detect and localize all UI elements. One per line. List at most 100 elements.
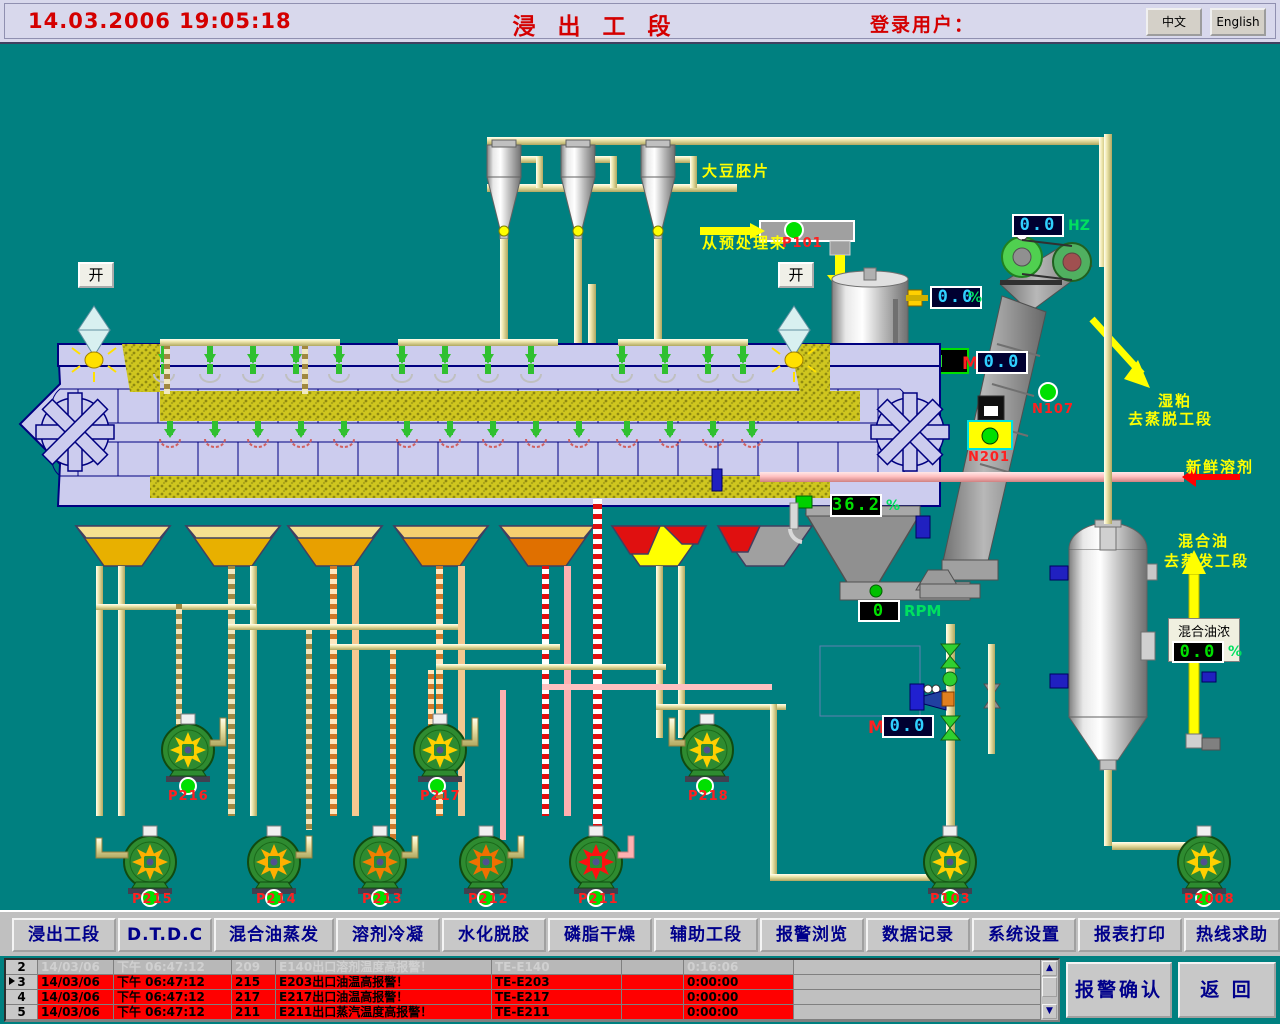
desolventizer-label-line1: 湿粕 bbox=[1158, 392, 1192, 411]
alarm-tag: TE-E203 bbox=[492, 975, 622, 989]
pump-tag-right-2: P2008 bbox=[1184, 892, 1235, 907]
mixed-oil-concentration-unit: % bbox=[1228, 644, 1242, 660]
desolventizer-label-line2: 去蒸脱工段 bbox=[1128, 410, 1213, 429]
feed-label-line1: 大豆胚片 bbox=[702, 162, 770, 181]
alarm-filler bbox=[794, 1005, 1042, 1019]
alarm-rows: 214/03/06下午 06:47:12209E140出口溶剂温度高报警！TE-… bbox=[6, 960, 1042, 1020]
conveyor-n107-tag: N107 bbox=[1032, 402, 1074, 417]
pump-tag-lower-4: P212 bbox=[468, 892, 509, 907]
mixed-oil-concentration-value: 0.0 bbox=[1172, 641, 1224, 663]
language-english-button[interactable]: English bbox=[1210, 8, 1266, 36]
pump-tag-upper-1: P216 bbox=[168, 789, 209, 804]
pump-tag-upper-3: P218 bbox=[688, 789, 729, 804]
nav-button-11[interactable]: 报表打印 bbox=[1078, 918, 1182, 952]
alarm-row[interactable]: 514/03/06下午 06:47:12211E211出口蒸汽温度高报警！TE-… bbox=[6, 1005, 1042, 1020]
alarm-message: E217出口油温高报警！ bbox=[276, 990, 492, 1004]
alarm-message: E203出口油温高报警！ bbox=[276, 975, 492, 989]
alarm-date: 14/03/06 bbox=[38, 990, 114, 1004]
alarm-scrollbar[interactable]: ▲ ▼ bbox=[1040, 960, 1058, 1020]
process-graphics bbox=[0, 44, 1280, 910]
indicator-n201-tag: N201 bbox=[968, 450, 1010, 465]
alarm-blank bbox=[622, 960, 684, 974]
pump-tag-lower-1: P215 bbox=[132, 892, 173, 907]
alarm-row[interactable]: 414/03/06下午 06:47:12217E217出口油温高报警！TE-E2… bbox=[6, 990, 1042, 1005]
scroll-up-button[interactable]: ▲ bbox=[1042, 961, 1057, 976]
nav-button-7[interactable]: 辅助工段 bbox=[654, 918, 758, 952]
pump-tag-lower-3: P213 bbox=[362, 892, 403, 907]
vfd-frequency-value: 0.0 bbox=[1012, 214, 1064, 237]
pump-tag-lower-5: P211 bbox=[578, 892, 619, 907]
pump-tag-right-1: P103 bbox=[930, 892, 971, 907]
vfd-frequency-unit: HZ bbox=[1068, 218, 1090, 234]
alarm-index: 5 bbox=[6, 1005, 38, 1019]
scroll-thumb[interactable] bbox=[1042, 977, 1057, 997]
alarm-number: 209 bbox=[232, 960, 276, 974]
alarm-row[interactable]: 214/03/06下午 06:47:12209E140出口溶剂温度高报警！TE-… bbox=[6, 960, 1042, 975]
back-button[interactable]: 返 回 bbox=[1178, 962, 1276, 1018]
alarm-date: 14/03/06 bbox=[38, 960, 114, 974]
alarm-duration: 0:00:00 bbox=[684, 990, 794, 1004]
feed-label-line2: 从预处理来 bbox=[702, 234, 787, 253]
alarm-date: 14/03/06 bbox=[38, 1005, 114, 1019]
alarm-index: 4 bbox=[6, 990, 38, 1004]
page-title: 浸 出 工 段 bbox=[470, 7, 720, 41]
alarm-message: E211出口蒸汽温度高报警！ bbox=[276, 1005, 492, 1019]
nav-button-2[interactable]: D.T.D.C bbox=[118, 918, 212, 952]
fresh-solvent-label: 新鲜溶剂 bbox=[1186, 458, 1254, 477]
alarm-number: 215 bbox=[232, 975, 276, 989]
feeder-flow-value: 0.0 bbox=[976, 351, 1028, 374]
nav-button-1[interactable]: 浸出工段 bbox=[12, 918, 116, 952]
pump-tag-lower-2: P214 bbox=[256, 892, 297, 907]
navigation-bar: 浸出工段D.T.D.C混合油蒸发溶剂冷凝水化脱胶磷脂干燥辅助工段报警浏览数据记录… bbox=[0, 910, 1280, 956]
pump-tag-upper-2: P217 bbox=[420, 789, 461, 804]
alarm-blank bbox=[622, 990, 684, 1004]
alarm-tag: TE-E217 bbox=[492, 990, 622, 1004]
feed-conveyor-tag: P101 bbox=[782, 236, 823, 251]
alarm-duration: 0:00:00 bbox=[684, 975, 794, 989]
alarm-tag: TE-E140 bbox=[492, 960, 622, 974]
alarm-filler bbox=[794, 990, 1042, 1004]
alarm-filler bbox=[794, 975, 1042, 989]
language-chinese-button[interactable]: 中文 bbox=[1146, 8, 1202, 36]
alarm-date: 14/03/06 bbox=[38, 975, 114, 989]
scroll-down-button[interactable]: ▼ bbox=[1042, 1004, 1057, 1019]
evaporation-label-line1: 混合油 bbox=[1178, 532, 1229, 551]
alarm-filler bbox=[794, 960, 1042, 974]
extractor-level-unit: % bbox=[886, 498, 900, 514]
surge-tank-level-unit: % bbox=[968, 290, 982, 306]
alarm-blank bbox=[622, 975, 684, 989]
alarm-time: 下午 06:47:12 bbox=[114, 990, 232, 1004]
alarm-time: 下午 06:47:12 bbox=[114, 975, 232, 989]
nav-button-3[interactable]: 混合油蒸发 bbox=[214, 918, 334, 952]
alarm-tag: TE-E211 bbox=[492, 1005, 622, 1019]
alarm-number: 217 bbox=[232, 990, 276, 1004]
nav-button-10[interactable]: 系统设置 bbox=[972, 918, 1076, 952]
nav-button-4[interactable]: 溶剂冷凝 bbox=[336, 918, 440, 952]
title-bar: 14.03.2006 19:05:18 浸 出 工 段 登录用户： 中文 Eng… bbox=[0, 0, 1280, 44]
datetime-display: 14.03.2006 19:05:18 bbox=[28, 9, 292, 33]
row-selection-marker-icon bbox=[9, 977, 15, 985]
login-user-label: 登录用户： bbox=[870, 10, 975, 37]
alarm-duration: 0:16:06 bbox=[684, 960, 794, 974]
evaporation-label-line2: 去蒸发工段 bbox=[1164, 552, 1249, 571]
alarm-row[interactable]: 314/03/06下午 06:47:12215E203出口油温高报警！TE-E2… bbox=[6, 975, 1042, 990]
open-button-right[interactable]: 开 bbox=[778, 262, 814, 288]
open-button-left[interactable]: 开 bbox=[78, 262, 114, 288]
alarm-message: E140出口溶剂温度高报警！ bbox=[276, 960, 492, 974]
hmi-screen: 14.03.2006 19:05:18 浸 出 工 段 登录用户： 中文 Eng… bbox=[0, 0, 1280, 1024]
control-valve-position-value: 0.0 bbox=[882, 715, 934, 738]
alarm-time: 下午 06:47:12 bbox=[114, 960, 232, 974]
alarm-blank bbox=[622, 1005, 684, 1019]
nav-button-5[interactable]: 水化脱胶 bbox=[442, 918, 546, 952]
nav-button-8[interactable]: 报警浏览 bbox=[760, 918, 864, 952]
extractor-level-value: 36.2 bbox=[830, 494, 882, 517]
process-mimic: 开 开 大豆胚片 从预处理来 P101 0.0 % M 0.0 0.0 HZ N… bbox=[0, 44, 1280, 910]
alarm-time: 下午 06:47:12 bbox=[114, 1005, 232, 1019]
nav-button-6[interactable]: 磷脂干燥 bbox=[548, 918, 652, 952]
alarm-acknowledge-button[interactable]: 报警确认 bbox=[1066, 962, 1172, 1018]
alarm-list-panel[interactable]: 214/03/06下午 06:47:12209E140出口溶剂温度高报警！TE-… bbox=[4, 958, 1060, 1022]
alarm-duration: 0:00:00 bbox=[684, 1005, 794, 1019]
alarm-number: 211 bbox=[232, 1005, 276, 1019]
nav-button-9[interactable]: 数据记录 bbox=[866, 918, 970, 952]
nav-button-12[interactable]: 热线求助 bbox=[1184, 918, 1280, 952]
